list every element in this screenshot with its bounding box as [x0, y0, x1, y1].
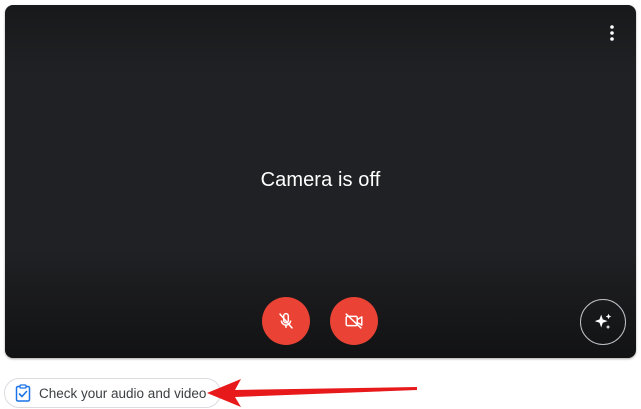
vertical-dots-icon: [610, 25, 614, 41]
mic-off-icon: [279, 312, 293, 329]
clipboard-check-icon: [15, 384, 31, 402]
sparkle-icon: [594, 313, 612, 330]
more-options-button[interactable]: [600, 21, 624, 45]
video-preview: Camera is off: [5, 5, 636, 358]
meet-prejoin-page: Camera is off Check your audio and video: [0, 0, 641, 409]
check-audio-video-button[interactable]: Check your audio and video: [4, 378, 222, 408]
camera-off-status: Camera is off: [260, 169, 381, 191]
visual-effects-button[interactable]: [580, 299, 626, 345]
check-audio-video-label: Check your audio and video: [39, 385, 207, 401]
microphone-toggle-button[interactable]: [262, 297, 310, 345]
camera-toggle-button[interactable]: [330, 297, 378, 345]
videocam-off-icon: [345, 313, 363, 329]
red-arrow-annotation: [207, 379, 417, 407]
